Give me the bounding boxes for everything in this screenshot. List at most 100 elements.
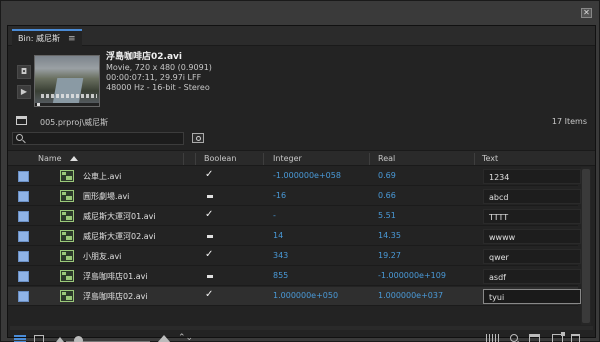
clip-table: Name Boolean Integer Real Text 公車上.avi-1… [8, 150, 595, 326]
text-field[interactable]: asdf [483, 269, 581, 284]
real-cell[interactable]: 0.66 [378, 191, 396, 200]
integer-cell[interactable]: 14 [273, 231, 283, 240]
clip-audio: 48000 Hz - 16-bit - Stereo [106, 83, 210, 92]
real-cell[interactable]: 0.69 [378, 171, 396, 180]
clip-name: 浮島咖啡店02.avi [106, 52, 182, 62]
bin-path: 005.prproj\威尼斯 [40, 118, 109, 127]
table-row[interactable]: 公車上.avi -1.000000e+058 0.69 1234 [8, 167, 581, 186]
boolean-checkbox[interactable] [205, 209, 214, 221]
sort-ascending-icon[interactable] [70, 156, 78, 161]
table-row[interactable]: 圓形劇場.avi -16 0.66 abcd [8, 187, 581, 206]
video-clip-icon [60, 210, 74, 222]
col-boolean[interactable]: Boolean [204, 154, 236, 163]
folder-up-icon[interactable] [16, 116, 27, 125]
preview-scrubber[interactable] [35, 103, 99, 106]
video-clip-icon [60, 170, 74, 182]
search-row [8, 132, 595, 147]
clip-name-cell[interactable]: 威尼斯大運河02.avi [83, 231, 156, 242]
table-row[interactable]: 威尼斯大運河02.avi 14 14.35 wwww [8, 227, 581, 246]
label-color-swatch[interactable] [18, 251, 29, 262]
bottom-toolbar: ⌃⌄ [8, 330, 595, 342]
new-item-icon[interactable] [552, 332, 565, 342]
new-search-bin-icon[interactable] [192, 133, 204, 143]
clip-duration: 00:00:07:11, 29.97i LFF [106, 73, 202, 82]
real-cell[interactable]: 1.000000e+037 [378, 291, 443, 300]
text-field[interactable]: tyui [483, 289, 581, 304]
icon-view-icon[interactable] [34, 335, 44, 342]
integer-cell[interactable]: 855 [273, 271, 288, 280]
table-header: Name Boolean Integer Real Text [8, 150, 595, 166]
integer-cell[interactable]: - [273, 211, 276, 220]
label-color-swatch[interactable] [18, 191, 29, 202]
vertical-scrollbar[interactable] [581, 167, 591, 325]
col-text[interactable]: Text [482, 154, 498, 163]
real-cell[interactable]: 14.35 [378, 231, 401, 240]
video-clip-icon [60, 190, 74, 202]
boolean-checkbox[interactable] [207, 195, 213, 198]
boolean-checkbox[interactable] [207, 275, 213, 278]
clip-format: Movie, 720 x 480 (0.9091) [106, 63, 212, 72]
search-box[interactable] [12, 132, 184, 145]
clear-trash-icon[interactable] [571, 334, 580, 342]
boolean-checkbox[interactable] [205, 249, 214, 261]
integer-cell[interactable]: 343 [273, 251, 288, 260]
table-row[interactable]: 威尼斯大運河01.avi - 5.51 TTTT [8, 207, 581, 226]
table-row[interactable]: 小朋友.avi 343 19.27 qwer [8, 247, 581, 266]
clip-name-cell[interactable]: 公車上.avi [83, 171, 121, 182]
label-color-swatch[interactable] [18, 231, 29, 242]
clip-name-cell[interactable]: 圓形劇場.avi [83, 191, 129, 202]
label-color-swatch[interactable] [18, 211, 29, 222]
list-view-icon[interactable] [14, 335, 26, 342]
boolean-checkbox[interactable] [207, 235, 213, 238]
real-cell[interactable]: 19.27 [378, 251, 401, 260]
clip-info: 浮島咖啡店02.avi Movie, 720 x 480 (0.9091) 00… [106, 52, 212, 93]
item-count: 17 Items [551, 117, 587, 126]
integer-cell[interactable]: -16 [273, 191, 286, 200]
video-clip-icon [60, 290, 74, 302]
clip-name-cell[interactable]: 威尼斯大運河01.avi [83, 211, 156, 222]
real-cell[interactable]: 5.51 [378, 211, 396, 220]
integer-cell[interactable]: -1.000000e+058 [273, 171, 341, 180]
play-icon[interactable]: ▶ [17, 85, 31, 99]
tab-bin[interactable]: Bin: 威尼斯 ≡ [12, 29, 82, 46]
col-name[interactable]: Name [38, 154, 62, 163]
text-field[interactable]: qwer [483, 249, 581, 264]
search-icon [16, 134, 23, 141]
boolean-checkbox[interactable] [205, 289, 214, 301]
col-real[interactable]: Real [378, 154, 395, 163]
label-color-swatch[interactable] [18, 171, 29, 182]
zoom-in-icon [157, 335, 171, 342]
clip-name-cell[interactable]: 浮島咖啡店02.avi [83, 291, 148, 302]
preview-area: ◘ ▶ [12, 49, 100, 109]
tab-label: Bin: 威尼斯 [18, 34, 61, 43]
text-field[interactable]: TTTT [483, 209, 581, 224]
search-input[interactable] [25, 133, 181, 144]
table-row[interactable]: 浮島咖啡店02.avi 1.000000e+050 1.000000e+037 tyu… [8, 287, 581, 306]
real-cell[interactable]: -1.000000e+109 [378, 271, 446, 280]
clip-name-cell[interactable]: 小朋友.avi [83, 251, 121, 262]
label-color-swatch[interactable] [18, 271, 29, 282]
sort-icons-icon[interactable]: ⌃⌄ [178, 333, 193, 342]
table-row[interactable]: 浮島咖啡店01.avi 855 -1.000000e+109 asdf [8, 267, 581, 286]
text-field[interactable]: abcd [483, 189, 581, 204]
label-color-swatch[interactable] [18, 291, 29, 302]
text-field[interactable]: wwww [483, 229, 581, 244]
col-integer[interactable]: Integer [273, 154, 302, 163]
automate-to-sequence-icon[interactable] [486, 334, 500, 342]
panel-menu-icon[interactable]: ≡ [68, 34, 76, 44]
text-field[interactable]: 1234 [483, 169, 581, 184]
clip-name-cell[interactable]: 浮島咖啡店01.avi [83, 271, 148, 282]
video-clip-icon [60, 270, 74, 282]
zoom-out-icon [56, 337, 64, 342]
boolean-checkbox[interactable] [205, 169, 214, 181]
bin-path-row: 005.prproj\威尼斯 17 Items [8, 114, 595, 130]
project-panel: Bin: 威尼斯 ≡ ◘ ▶ 浮島咖啡店02.avi Movie, 720 x … [7, 25, 596, 342]
new-bin-icon[interactable] [529, 334, 540, 342]
preview-thumbnail [34, 55, 100, 107]
find-icon[interactable] [510, 334, 518, 342]
close-icon[interactable]: ✕ [581, 8, 592, 18]
integer-cell[interactable]: 1.000000e+050 [273, 291, 338, 300]
zoom-slider-thumb[interactable] [74, 336, 83, 342]
camera-icon[interactable]: ◘ [17, 65, 31, 79]
video-clip-icon [60, 250, 74, 262]
